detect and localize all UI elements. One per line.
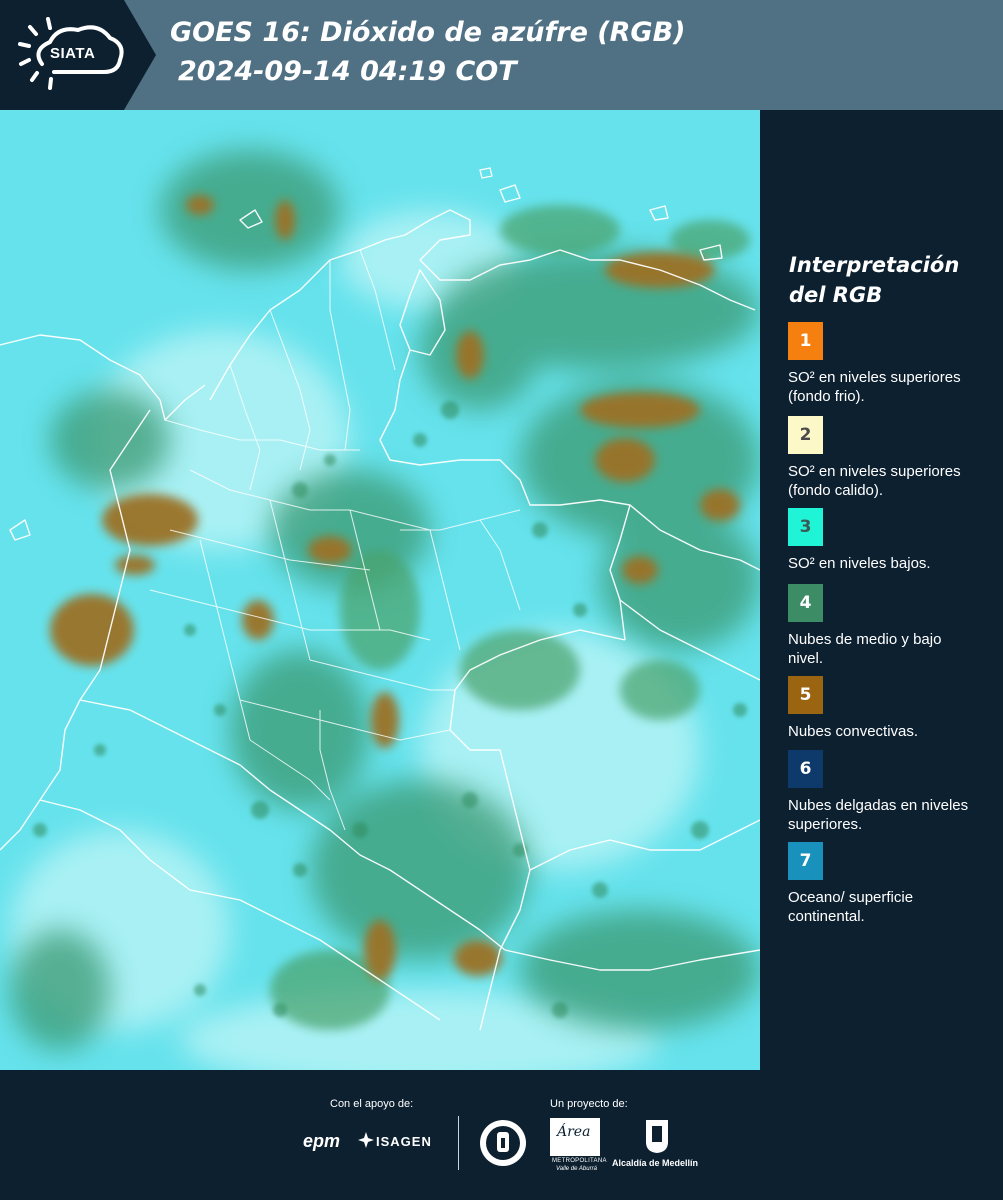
area-logo-text: Área — [557, 1124, 591, 1140]
satellite-image — [0, 110, 760, 1070]
isagen-logo: ISAGEN — [376, 1134, 432, 1149]
legend-swatch: 4 — [788, 584, 823, 622]
legend-item-4: 4 Nubes de medio y bajo nivel. — [788, 584, 978, 668]
legend-swatch: 7 — [788, 842, 823, 880]
footer: Con el apoyo de: Un proyecto de: epm ISA… — [0, 1070, 1003, 1200]
legend-label: Oceano/ superficie continental. — [788, 889, 914, 925]
footer-divider — [458, 1116, 459, 1170]
legend-item-5: 5 Nubes convectivas. — [788, 676, 978, 741]
legend-title: Interpretación del RGB — [789, 253, 960, 307]
legend-swatch: 6 — [788, 750, 823, 788]
legend-item-2: 2 SO² en niveles superiores (fondo calid… — [788, 416, 978, 500]
area-logo-sub2: Valle de Aburrá — [556, 1166, 597, 1172]
legend-item-1: 1 SO² en niveles superiores (fondo frio)… — [788, 322, 978, 406]
project-label: Un proyecto de: — [550, 1098, 628, 1110]
legend-label: SO² en niveles superiores (fondo calido)… — [788, 463, 961, 499]
legend-panel: Interpretación del RGB 1 SO² en niveles … — [760, 110, 1003, 1070]
legend-label: SO² en niveles superiores (fondo frio). — [788, 369, 961, 405]
legend-swatch: 1 — [788, 322, 823, 360]
area-logo-sub1: METROPOLITANA — [552, 1158, 607, 1164]
legend-item-6: 6 Nubes delgadas en niveles superiores. — [788, 750, 978, 834]
legend-label: SO² en niveles bajos. — [788, 555, 931, 572]
legend-swatch: 2 — [788, 416, 823, 454]
header-bar: SIATA GOES 16: Dióxido de azúfre (RGB) 2… — [0, 0, 1003, 110]
alcaldia-medellin-text: Alcaldía de Medellín — [612, 1158, 699, 1168]
legend-swatch: 3 — [788, 508, 823, 546]
support-label: Con el apoyo de: — [330, 1098, 414, 1110]
legend-item-3: 3 SO² en niveles bajos. — [788, 508, 978, 573]
epm-logo: epm — [303, 1131, 341, 1151]
legend-swatch: 5 — [788, 676, 823, 714]
page-title: GOES 16: Dióxido de azúfre (RGB) — [170, 17, 686, 48]
satellite-map — [0, 110, 760, 1070]
page-timestamp: 2024-09-14 04:19 COT — [178, 56, 517, 87]
legend-item-7: 7 Oceano/ superficie continental. — [788, 842, 978, 926]
medellin-seal-icon — [480, 1120, 526, 1166]
isagen-star-icon — [358, 1132, 374, 1148]
legend-label: Nubes convectivas. — [788, 723, 919, 740]
legend-label: Nubes delgadas en niveles superiores. — [788, 797, 969, 833]
legend-label: Nubes de medio y bajo nivel. — [788, 631, 942, 667]
medellin-shield-icon — [646, 1120, 668, 1153]
siata-logo-text: SIATA — [50, 45, 96, 62]
